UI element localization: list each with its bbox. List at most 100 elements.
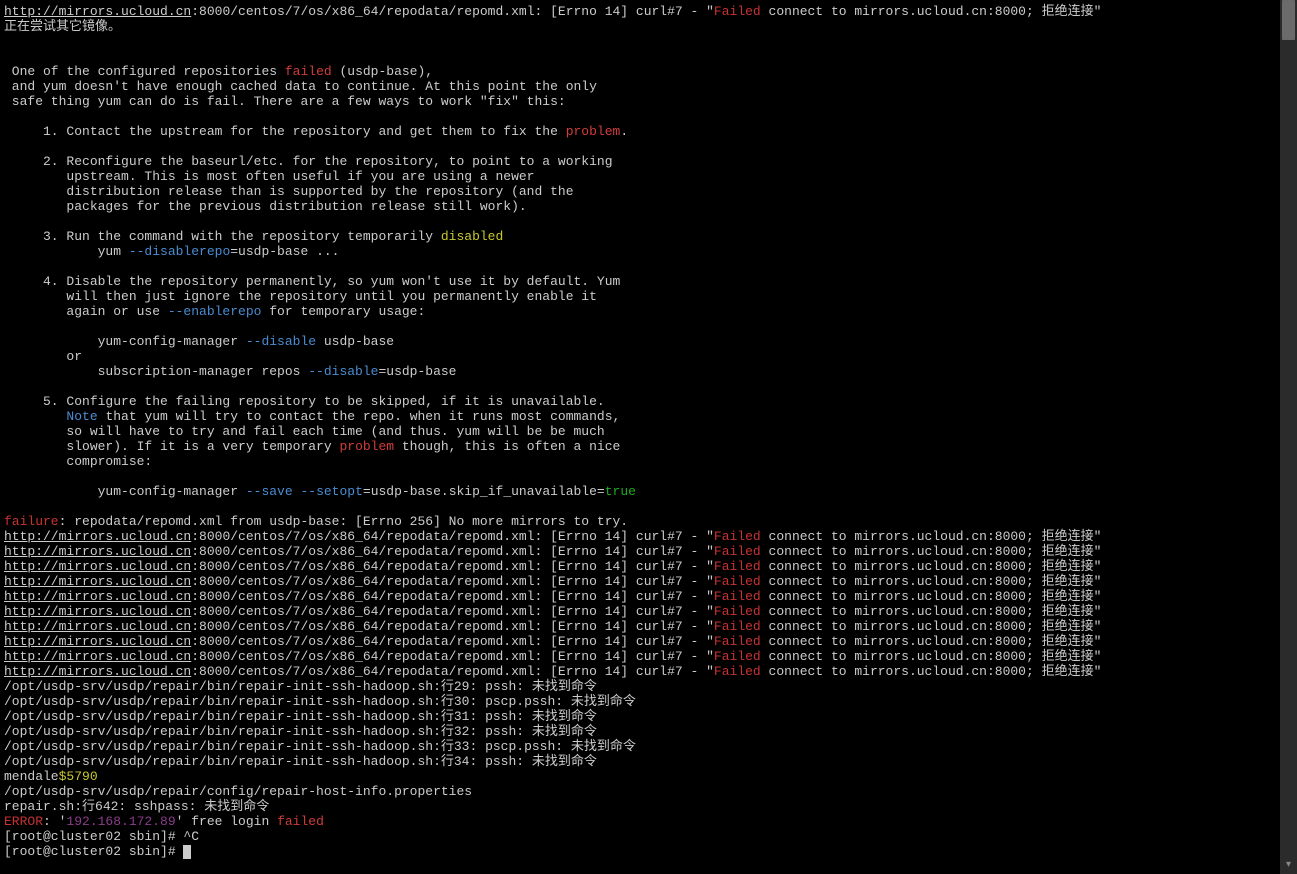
text: (usdp-base), bbox=[332, 64, 433, 79]
disabled-text: disabled bbox=[441, 229, 503, 244]
failed-text: Failed bbox=[714, 664, 761, 679]
failed-text: Failed bbox=[714, 544, 761, 559]
text: subscription-manager repos bbox=[4, 364, 308, 379]
text: connect to mirrors.ucloud.cn:8000; 拒绝连接" bbox=[761, 589, 1102, 604]
text: or bbox=[4, 349, 82, 364]
url-link[interactable]: http://mirrors.ucloud.cn bbox=[4, 4, 191, 19]
option-text: --disable bbox=[246, 334, 316, 349]
failed-text: Failed bbox=[714, 589, 761, 604]
failed-text: Failed bbox=[714, 634, 761, 649]
url-link[interactable]: http://mirrors.ucloud.cn bbox=[4, 574, 191, 589]
text: repair.sh:行642: sshpass: 未找到命令 bbox=[4, 799, 269, 814]
text: 3. Run the command with the repository t… bbox=[4, 229, 441, 244]
text: :8000/centos/7/os/x86_64/repodata/repomd… bbox=[191, 529, 714, 544]
prompt: [root@cluster02 sbin]# ^C bbox=[4, 829, 199, 844]
text: :8000/centos/7/os/x86_64/repodata/repomd… bbox=[191, 619, 714, 634]
text: distribution release than is supported b… bbox=[4, 184, 574, 199]
url-link[interactable]: http://mirrors.ucloud.cn bbox=[4, 604, 191, 619]
url-link[interactable]: http://mirrors.ucloud.cn bbox=[4, 559, 191, 574]
text: /opt/usdp-srv/usdp/repair/bin/repair-ini… bbox=[4, 754, 597, 769]
text: /opt/usdp-srv/usdp/repair/bin/repair-ini… bbox=[4, 679, 597, 694]
text: though, this is often a nice bbox=[394, 439, 620, 454]
text: /opt/usdp-srv/usdp/repair/bin/repair-ini… bbox=[4, 709, 597, 724]
text: :8000/centos/7/os/x86_64/repodata/repomd… bbox=[191, 604, 714, 619]
text: : repodata/repomd.xml from usdp-base: [E… bbox=[59, 514, 629, 529]
url-link[interactable]: http://mirrors.ucloud.cn bbox=[4, 649, 191, 664]
text: /opt/usdp-srv/usdp/repair/bin/repair-ini… bbox=[4, 694, 636, 709]
failed-text: Failed bbox=[714, 559, 761, 574]
text: usdp-base bbox=[316, 334, 394, 349]
text: yum bbox=[4, 244, 129, 259]
prompt[interactable]: [root@cluster02 sbin]# bbox=[4, 844, 183, 859]
text: connect to mirrors.ucloud.cn:8000; 拒绝连接" bbox=[761, 619, 1102, 634]
text: connect to mirrors.ucloud.cn:8000; 拒绝连接" bbox=[761, 634, 1102, 649]
text: connect to mirrors.ucloud.cn:8000; 拒绝连接" bbox=[761, 529, 1102, 544]
failed-text: Failed bbox=[714, 604, 761, 619]
text: mendale bbox=[4, 769, 59, 784]
text: so will have to try and fail each time (… bbox=[4, 424, 605, 439]
scroll-down-icon[interactable]: ▾ bbox=[1280, 857, 1297, 874]
cursor bbox=[183, 845, 191, 859]
text: and yum doesn't have enough cached data … bbox=[4, 79, 597, 94]
text: 5. Configure the failing repository to b… bbox=[4, 394, 605, 409]
text: =usdp-base.skip_if_unavailable= bbox=[363, 484, 605, 499]
failed-text: Failed bbox=[714, 4, 761, 19]
text: =usdp-base bbox=[378, 364, 456, 379]
text: 4. Disable the repository permanently, s… bbox=[4, 274, 620, 289]
text: connect to mirrors.ucloud.cn:8000; 拒绝连接" bbox=[761, 559, 1102, 574]
text: upstream. This is most often useful if y… bbox=[4, 169, 535, 184]
note-text: Note bbox=[66, 409, 97, 424]
failed-text: Failed bbox=[714, 529, 761, 544]
problem-text: problem bbox=[339, 439, 394, 454]
url-link[interactable]: http://mirrors.ucloud.cn bbox=[4, 634, 191, 649]
failure-text: failure bbox=[4, 514, 59, 529]
failed-text: Failed bbox=[714, 619, 761, 634]
true-text: true bbox=[605, 484, 636, 499]
text: safe thing yum can do is fail. There are… bbox=[4, 94, 566, 109]
text: /opt/usdp-srv/usdp/repair/bin/repair-ini… bbox=[4, 739, 636, 754]
option-text: --save bbox=[246, 484, 293, 499]
text: : ' bbox=[43, 814, 66, 829]
option-text: --setopt bbox=[300, 484, 362, 499]
text: will then just ignore the repository unt… bbox=[4, 289, 597, 304]
text: connect to mirrors.ucloud.cn:8000; 拒绝连接" bbox=[761, 4, 1102, 19]
text bbox=[4, 409, 66, 424]
url-link[interactable]: http://mirrors.ucloud.cn bbox=[4, 664, 191, 679]
text: :8000/centos/7/os/x86_64/repodata/repomd… bbox=[191, 664, 714, 679]
text: :8000/centos/7/os/x86_64/repodata/repomd… bbox=[191, 574, 714, 589]
option-text: --disable bbox=[308, 364, 378, 379]
text: /opt/usdp-srv/usdp/repair/bin/repair-ini… bbox=[4, 724, 597, 739]
text: :8000/centos/7/os/x86_64/repodata/repomd… bbox=[191, 559, 714, 574]
text: 2. Reconfigure the baseurl/etc. for the … bbox=[4, 154, 613, 169]
scrollbar[interactable]: ▾ bbox=[1280, 0, 1297, 874]
url-link[interactable]: http://mirrors.ucloud.cn bbox=[4, 619, 191, 634]
error-label: ERROR bbox=[4, 814, 43, 829]
text: :8000/centos/7/os/x86_64/repodata/repomd… bbox=[191, 544, 714, 559]
text: connect to mirrors.ucloud.cn:8000; 拒绝连接" bbox=[761, 649, 1102, 664]
text: yum-config-manager bbox=[4, 334, 246, 349]
text: One of the configured repositories bbox=[4, 64, 285, 79]
ip-text: 192.168.172.89 bbox=[66, 814, 175, 829]
failed-text: failed bbox=[285, 64, 332, 79]
failed-text: Failed bbox=[714, 574, 761, 589]
number-text: $5790 bbox=[59, 769, 98, 784]
text: =usdp-base ... bbox=[230, 244, 339, 259]
text: 正在尝试其它镜像。 bbox=[4, 19, 121, 34]
text: packages for the previous distribution r… bbox=[4, 199, 527, 214]
text: connect to mirrors.ucloud.cn:8000; 拒绝连接" bbox=[761, 604, 1102, 619]
text: connect to mirrors.ucloud.cn:8000; 拒绝连接" bbox=[761, 544, 1102, 559]
scrollbar-thumb[interactable] bbox=[1282, 0, 1295, 40]
text: 1. Contact the upstream for the reposito… bbox=[4, 124, 566, 139]
text: for temporary usage: bbox=[261, 304, 425, 319]
url-link[interactable]: http://mirrors.ucloud.cn bbox=[4, 529, 191, 544]
text: compromise: bbox=[4, 454, 152, 469]
failed-text: failed bbox=[277, 814, 324, 829]
option-text: --enablerepo bbox=[168, 304, 262, 319]
url-link[interactable]: http://mirrors.ucloud.cn bbox=[4, 544, 191, 559]
url-link[interactable]: http://mirrors.ucloud.cn bbox=[4, 589, 191, 604]
text: :8000/centos/7/os/x86_64/repodata/repomd… bbox=[191, 589, 714, 604]
text: :8000/centos/7/os/x86_64/repodata/repomd… bbox=[191, 634, 714, 649]
text: :8000/centos/7/os/x86_64/repodata/repomd… bbox=[191, 649, 714, 664]
terminal-output[interactable]: http://mirrors.ucloud.cn:8000/centos/7/o… bbox=[0, 0, 1288, 874]
text: again or use bbox=[4, 304, 168, 319]
